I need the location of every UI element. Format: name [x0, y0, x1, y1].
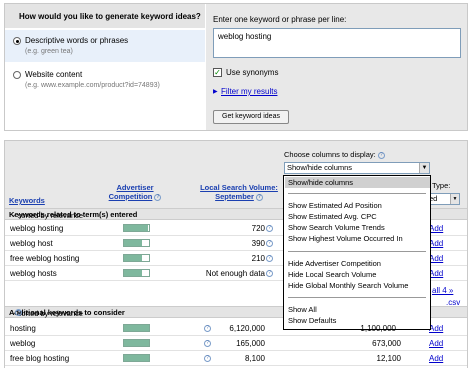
volume-cell: 390 [251, 239, 265, 248]
keyword-cell: weblog host [10, 239, 53, 248]
triangle-right-icon: ▶ [213, 89, 218, 95]
competition-bar [123, 269, 150, 277]
filter-results-link[interactable]: Filter my results [221, 87, 277, 96]
add-keyword-link[interactable]: Add [429, 239, 443, 248]
section-additional-sort: - sorted by relevance [13, 309, 84, 318]
help-icon[interactable]: ? [154, 193, 162, 201]
column-header-competition[interactable]: Advertiser Competition? [102, 183, 168, 201]
columns-dropdown-menu: Show/hide columns Show Estimated Ad Posi… [283, 175, 431, 330]
column-header-local-volume[interactable]: Local Search Volume: September? [196, 183, 282, 201]
competition-bar [123, 239, 150, 247]
pagination-all-link[interactable]: all 4 » [432, 286, 453, 295]
match-type-label: Type: [432, 181, 451, 190]
help-icon[interactable]: ? [255, 193, 263, 201]
competition-bar [123, 339, 150, 347]
help-icon[interactable]: ? [264, 254, 273, 263]
descriptive-words-hint: (e.g. green tea) [25, 48, 73, 55]
columns-dropdown[interactable]: Show/hide columns ▼ [284, 162, 430, 174]
columns-dropdown-value: Show/hide columns [287, 163, 353, 172]
menu-separator [288, 251, 426, 252]
keyword-cell: free weblog hosting [10, 254, 80, 263]
generate-method-question: How would you like to generate keyword i… [19, 12, 201, 21]
chevron-down-icon[interactable]: ▼ [419, 163, 429, 173]
get-keyword-ideas-button[interactable]: Get keyword ideas [213, 110, 289, 124]
help-icon[interactable]: ? [202, 354, 211, 363]
radio-descriptive-words[interactable] [13, 37, 21, 45]
menu-item-hide-local-volume[interactable]: Hide Local Search Volume [285, 269, 430, 280]
volume-cell: 165,000 [236, 339, 265, 348]
column-header-keywords[interactable]: Keywords [9, 196, 45, 205]
menu-separator [288, 297, 426, 298]
menu-item-hide-global-volume[interactable]: Hide Global Monthly Search Volume [285, 280, 430, 291]
keyword-textarea[interactable]: weblog hosting [213, 28, 461, 58]
help-icon[interactable]: ? [202, 324, 211, 333]
help-icon[interactable]: ? [15, 309, 22, 316]
add-keyword-link[interactable]: Add [429, 224, 443, 233]
menu-item-show-volume-trends[interactable]: Show Search Volume Trends [285, 222, 430, 233]
keyword-cell: free blog hosting [10, 354, 70, 363]
descriptive-words-label: Descriptive words or phrases [25, 36, 129, 45]
add-keyword-link[interactable]: Add [429, 354, 443, 363]
website-content-hint: (e.g. www.example.com/product?id=74893) [25, 82, 160, 89]
radio-website-content[interactable] [13, 71, 21, 79]
help-icon[interactable]: ? [377, 151, 385, 159]
choose-columns-label: Choose columns to display:? [284, 150, 385, 159]
volume-cell: 210 [251, 254, 265, 263]
table-row: free blog hosting 8,100 12,100 Add [5, 351, 467, 366]
table-row: weblog 165,000 673,000 Add [5, 336, 467, 351]
volume-cell: 720 [251, 224, 265, 233]
help-icon[interactable]: ? [264, 224, 273, 233]
keyword-cell: weblog [10, 339, 36, 348]
use-synonyms-checkbox[interactable]: ✓ [213, 68, 222, 77]
keyword-cell: weblog hosting [10, 224, 64, 233]
menu-separator [288, 193, 426, 194]
keyword-cell: weblog hosts [10, 269, 57, 278]
menu-item-show-hide-columns[interactable]: Show/hide columns [285, 177, 430, 188]
add-keyword-link[interactable]: Add [429, 339, 443, 348]
menu-item-show-ad-position[interactable]: Show Estimated Ad Position [285, 200, 430, 211]
generate-method-header: How would you like to generate keyword i… [5, 4, 205, 28]
menu-item-show-avg-cpc[interactable]: Show Estimated Avg. CPC [285, 211, 430, 222]
add-keyword-link[interactable]: Add [429, 269, 443, 278]
competition-bar [123, 324, 150, 332]
menu-item-hide-competition[interactable]: Hide Advertiser Competition [285, 258, 430, 269]
use-synonyms-label: Use synonyms [226, 68, 279, 77]
section-related-sort: - sorted by relevance [13, 211, 84, 220]
global-volume-cell: 673,000 [372, 339, 401, 348]
help-icon[interactable]: ? [264, 269, 273, 278]
menu-item-show-highest-volume[interactable]: Show Highest Volume Occurred In [285, 233, 430, 244]
competition-bar [123, 224, 150, 232]
help-icon[interactable]: ? [264, 239, 273, 248]
global-volume-cell: 12,100 [376, 354, 401, 363]
website-content-label: Website content [25, 70, 83, 79]
match-type-select[interactable]: ed ▼ [426, 193, 460, 205]
keyword-entry-prompt: Enter one keyword or phrase per line: [213, 15, 347, 24]
volume-cell: 8,100 [244, 354, 265, 363]
chevron-down-icon[interactable]: ▼ [450, 194, 459, 204]
volume-cell: 6,120,000 [229, 324, 265, 333]
competition-bar [123, 254, 150, 262]
option-descriptive-selected-bg [5, 30, 205, 62]
partial-global-volume: 1,100,000 [360, 324, 396, 333]
volume-cell: Not enough data [205, 269, 265, 278]
help-icon[interactable]: ? [202, 339, 211, 348]
add-keyword-link[interactable]: Add [429, 324, 443, 333]
menu-item-show-all[interactable]: Show All [285, 304, 430, 315]
competition-bar [123, 354, 150, 362]
keyword-cell: hosting [10, 324, 36, 333]
add-keyword-link[interactable]: Add [429, 254, 443, 263]
